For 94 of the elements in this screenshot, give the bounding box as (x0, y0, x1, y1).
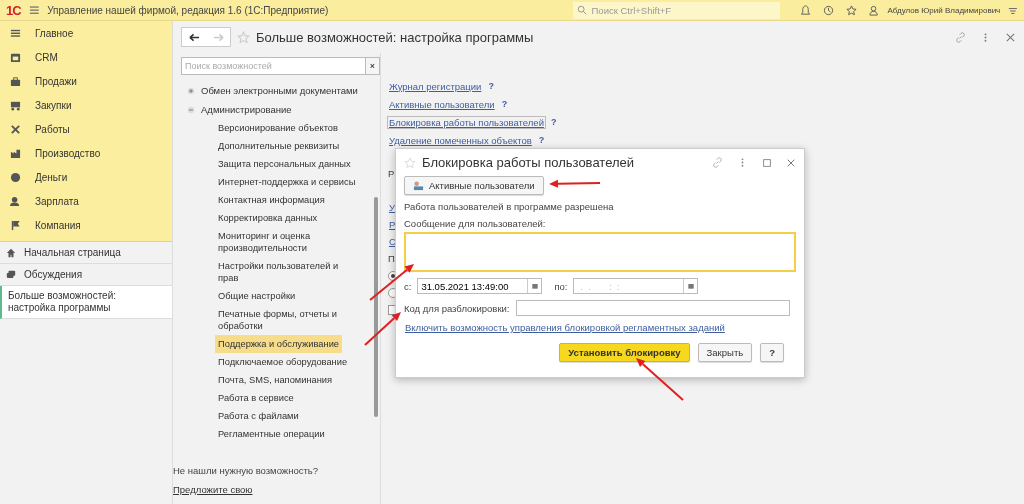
tree-item[interactable]: Общие настройки (215, 287, 299, 305)
setting-link[interactable]: У (388, 202, 397, 213)
setting-link[interactable]: С (388, 236, 397, 247)
tree-item[interactable]: Регламентные операции (215, 425, 328, 443)
collapse-icon (187, 105, 195, 114)
jobs-link[interactable]: Включить возможность управления блокировкой регламентных заданий (404, 322, 726, 333)
from-label: с: (404, 280, 412, 292)
search-input[interactable]: Поиск Ctrl+Shift+F (589, 3, 780, 17)
factory-icon (10, 147, 21, 159)
tree-item[interactable]: Защита персональных данных (215, 155, 354, 173)
search-icon (576, 5, 587, 15)
section-item[interactable]: Зарплата (0, 189, 172, 213)
tree-item[interactable]: Настройки пользователей и прав (215, 257, 361, 287)
tree-item[interactable]: Версионирование объектов (215, 119, 341, 137)
tree-item[interactable]: Почта, SMS, напоминания (215, 371, 336, 389)
suggest-link[interactable]: Предложите свою (173, 484, 380, 495)
section-item[interactable]: Работы (0, 117, 172, 141)
tree-item[interactable]: Подключаемое оборудование (215, 353, 351, 371)
tree-group[interactable]: Обмен электронными документами (181, 81, 372, 100)
section-item[interactable]: Деньги (0, 165, 172, 189)
star-icon (845, 4, 857, 16)
set-lock-button[interactable]: Установить блокировку (559, 343, 690, 362)
logo[interactable]: 1С (6, 2, 21, 18)
flag-icon (10, 219, 21, 231)
section-item[interactable]: Закупки (0, 93, 172, 117)
star-icon (237, 30, 250, 44)
menu-icon (28, 4, 40, 16)
help-link[interactable]: ? (550, 117, 557, 127)
tree-item[interactable]: Мониторинг и оценка производительности (215, 227, 361, 257)
close-button[interactable]: Закрыть (697, 343, 753, 362)
arrow-right-icon (212, 31, 224, 43)
section-item[interactable]: CRM (0, 45, 172, 69)
section-item[interactable]: Главное (0, 21, 172, 45)
setting-label: Р (388, 168, 395, 179)
tree-item[interactable]: Печатные формы, отчеты и обработки (215, 305, 361, 335)
tree-item[interactable]: Работа в сервисе (215, 389, 297, 407)
from-date-field[interactable]: 31.05.2021 13:49:00 (417, 278, 543, 294)
tree-item[interactable]: Дополнительные реквизиты (215, 137, 343, 155)
help-link[interactable]: ? (488, 81, 494, 91)
close-icon (786, 157, 796, 168)
dialog-title: Блокировка работы пользователей (422, 155, 634, 170)
feature-link[interactable]: Удаление помеченных объектов (388, 134, 533, 146)
to-label: по: (554, 280, 568, 292)
message-field[interactable] (404, 232, 796, 272)
footer-question: Не нашли нужную возможность? (173, 465, 320, 476)
feature-link[interactable]: Активные пользователи (388, 98, 496, 110)
person-icon (10, 195, 21, 207)
code-field[interactable] (515, 300, 790, 316)
list-icon (10, 27, 21, 39)
tree-item[interactable]: Поддержка и обслуживание (215, 335, 342, 353)
app-title: Управление нашей фирмой, редакция 1.6 (1С:Предприятие) (47, 4, 330, 16)
section-item[interactable]: Производство (0, 141, 172, 165)
help-link[interactable]: ? (501, 99, 508, 109)
status-text: Работа пользователей в программе разрешена (404, 201, 615, 212)
bag-icon (10, 75, 21, 87)
search-field[interactable]: Поиск возможностей (181, 57, 366, 75)
annotation-arrow (636, 358, 684, 401)
home-icon (6, 247, 16, 258)
bell-icon (799, 4, 811, 16)
feature-link[interactable]: Журнал регистрации (388, 80, 483, 92)
clear-button[interactable]: × (366, 57, 380, 75)
feature-link[interactable]: Блокировка работы пользователей (388, 116, 545, 128)
setting-label: П (388, 253, 395, 264)
coin-icon (10, 171, 21, 183)
link-icon (712, 157, 723, 168)
history-icon (822, 4, 834, 16)
message-label: Сообщение для пользователей: (404, 218, 547, 229)
page-title: Больше возможностей: настройка программы (256, 29, 534, 45)
tree-item[interactable]: Работа с файлами (215, 407, 302, 425)
chat-icon (6, 269, 16, 280)
code-label: Код для разблокировки: (404, 302, 510, 314)
section-item[interactable]: Продажи (0, 69, 172, 93)
setting-link[interactable]: Р (388, 219, 397, 230)
tree-item[interactable]: Корректировка данных (215, 209, 321, 227)
link-icon (955, 31, 966, 43)
annotation-arrow (369, 264, 414, 301)
annotation-arrow (549, 179, 601, 188)
open-page-tab[interactable]: Больше возможностей: настройка программы (0, 286, 172, 319)
close-icon (1005, 31, 1016, 43)
star-icon (404, 156, 416, 169)
maximize-icon (762, 157, 772, 168)
help-button[interactable]: ? (760, 343, 784, 362)
global-search-field[interactable]: Поиск Ctrl+Shift+F (572, 1, 780, 19)
tree-item[interactable]: Контактная информация (215, 191, 328, 209)
user-name[interactable]: Абдулов Юрий Владимирович (887, 5, 1001, 15)
tree-group[interactable]: Администрирование (181, 100, 372, 119)
arrow-left-icon (188, 31, 200, 43)
active-users-button[interactable]: Активные пользователи (404, 176, 544, 195)
help-link[interactable]: ? (538, 135, 545, 145)
annotation-arrow (364, 312, 401, 346)
tree-item[interactable]: Интернет-поддержка и сервисы (215, 173, 359, 191)
expand-icon (187, 86, 195, 95)
cart-icon (10, 99, 21, 111)
section-item[interactable]: Компания (0, 213, 172, 237)
